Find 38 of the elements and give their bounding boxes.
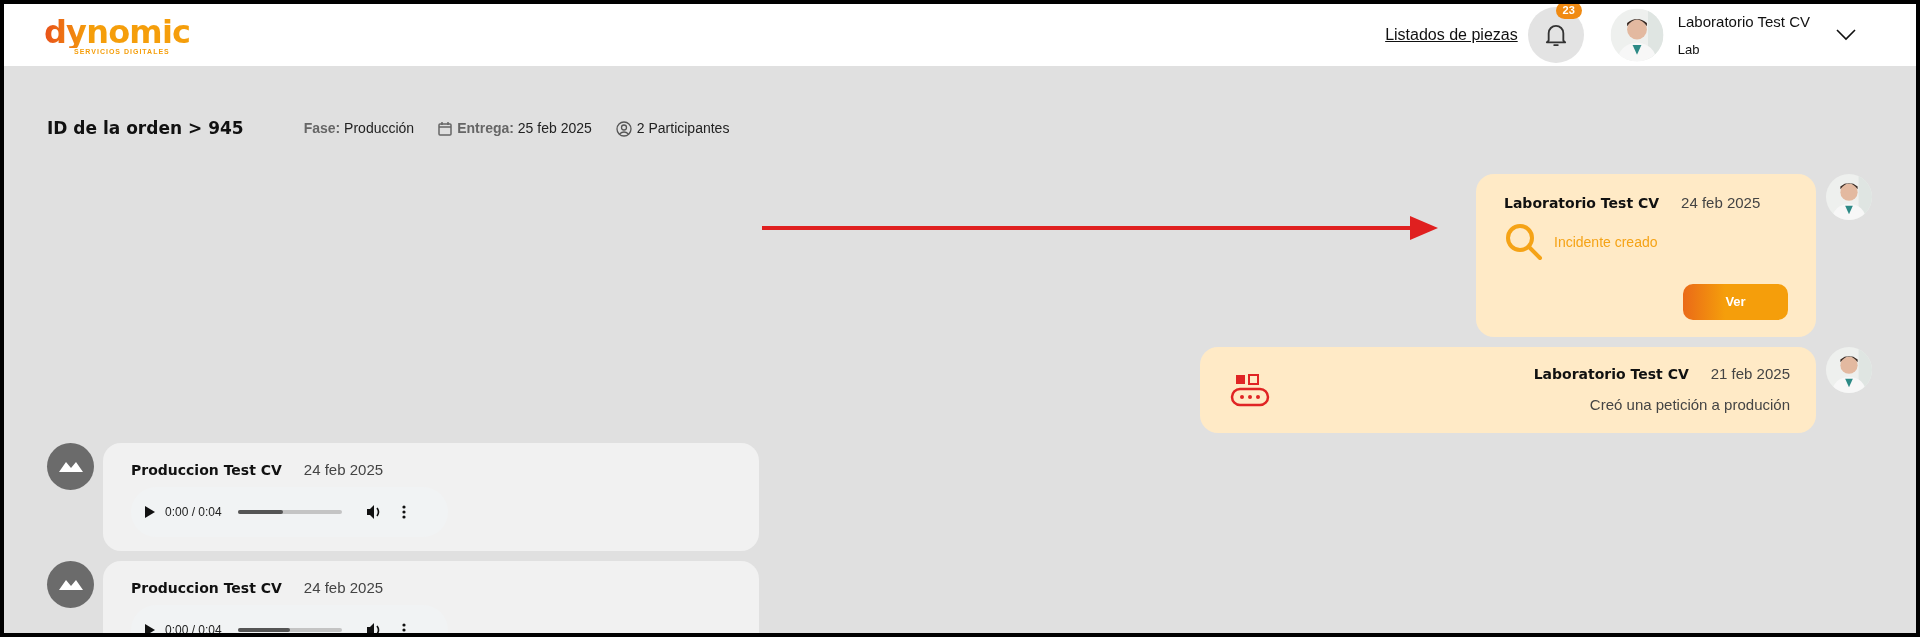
more-icon[interactable] [401,505,406,519]
phase-value: Producción [344,120,415,137]
request-text: Creó una petición a produción [1589,394,1790,415]
message-date: 24 feb 2025 [303,459,384,480]
conveyor-icon [1230,372,1270,407]
message-date: 24 feb 2025 [1681,192,1761,213]
participants-count: 2 Participantes [636,119,730,139]
image-placeholder-icon [47,442,94,490]
play-icon[interactable] [145,506,155,518]
delivery-label: Entrega: [457,120,514,137]
author-name: Produccion Test CV [131,578,282,598]
user-circle-icon [615,120,632,137]
incident-text: Incidente creado [1554,232,1658,252]
user-name: Laboratorio Test CV [1677,12,1810,32]
bell-icon [1544,23,1567,47]
author-name: Laboratorio Test CV [1533,365,1689,384]
phase-label: Fase: [303,120,341,137]
notification-badge: 23 [1555,4,1582,19]
audio-progress-track[interactable] [237,628,342,632]
volume-icon[interactable] [365,504,382,520]
message-date: 21 feb 2025 [1710,364,1790,384]
calendar-icon [438,121,453,136]
audio-progress-track[interactable] [237,510,342,514]
image-placeholder-icon [47,560,94,608]
user-role: Lab [1677,40,1701,59]
parts-list-link[interactable]: Listados de piezas [1385,23,1518,47]
message-date: 24 feb 2025 [303,577,384,598]
notification-button[interactable] [1527,7,1584,63]
more-icon[interactable] [401,623,406,633]
audio-time: 0:00 / 0:04 [165,504,222,521]
delivery-date: 25 feb 2025 [517,120,592,137]
order-title: ID de la orden > 945 [47,117,244,140]
volume-icon[interactable] [365,622,382,633]
search-icon [1504,222,1544,262]
chevron-down-icon[interactable] [1836,29,1856,41]
author-name: Produccion Test CV [131,460,282,480]
author-name: Laboratorio Test CV [1504,193,1660,213]
play-icon[interactable] [145,624,155,633]
